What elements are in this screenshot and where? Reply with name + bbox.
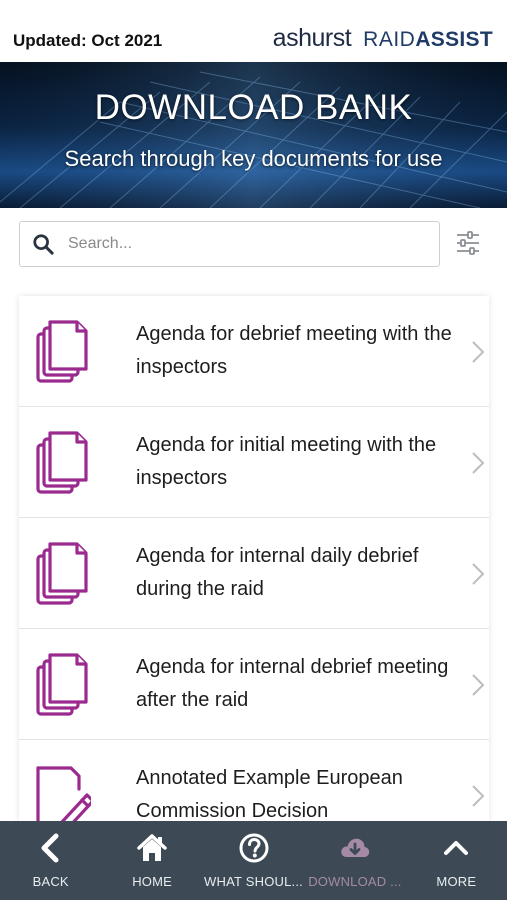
chevron-right-icon	[471, 451, 485, 475]
chevron-up-icon	[440, 832, 472, 864]
nav-what-shoul-button[interactable]: WHAT SHOUL...	[203, 821, 304, 900]
document-title: Agenda for initial meeting with the insp…	[136, 434, 437, 489]
search-row	[0, 208, 507, 288]
top-bar: Updated: Oct 2021 ashurst RAID ASSIST	[0, 0, 507, 62]
chevron-right-icon	[471, 673, 485, 697]
document-list-item[interactable]: Annotated Example European Commission De…	[19, 740, 489, 821]
documents-stack-icon	[35, 320, 91, 384]
document-title: Annotated Example European Commission De…	[136, 767, 403, 821]
chevron-right-icon	[471, 562, 485, 586]
chevron-right-icon	[471, 784, 485, 808]
sliders-icon[interactable]	[455, 230, 481, 256]
chevron-left-icon	[35, 832, 67, 864]
document-edit-icon	[35, 764, 95, 821]
nav-label: MORE	[436, 874, 477, 889]
updated-date: Updated: Oct 2021	[13, 31, 163, 50]
nav-home-button[interactable]: HOME	[101, 821, 202, 900]
bottom-navigation: BACK HOME WHAT SHOUL... DOWNLOAD ... MORE	[0, 821, 507, 900]
raid-logo-text: RAID	[363, 28, 416, 51]
nav-label: DOWNLOAD ...	[308, 874, 402, 889]
hero-banner: DOWNLOAD BANK Search through key documen…	[0, 62, 507, 208]
nav-download-button[interactable]: DOWNLOAD ...	[304, 821, 405, 900]
document-list: Agenda for debrief meeting with the insp…	[19, 296, 489, 821]
search-icon	[33, 234, 54, 255]
question-circle-icon	[238, 832, 270, 864]
document-list-item[interactable]: Agenda for internal daily debrief during…	[19, 518, 489, 629]
home-icon	[136, 832, 168, 864]
document-title: Agenda for internal debrief meeting afte…	[136, 656, 449, 711]
nav-more-button[interactable]: MORE	[406, 821, 507, 900]
document-title: Agenda for internal daily debrief during…	[136, 545, 419, 600]
assist-logo-text: ASSIST	[415, 28, 493, 51]
page-subtitle: Search through key documents for use	[64, 146, 443, 171]
ashurst-logo: ashurst	[272, 24, 352, 52]
documents-stack-icon	[35, 653, 91, 717]
nav-back-button[interactable]: BACK	[0, 821, 101, 900]
nav-label: WHAT SHOUL...	[204, 874, 303, 889]
brand-logo: ashurst RAID ASSIST	[273, 24, 493, 53]
hero-background-pattern	[0, 62, 507, 208]
document-title: Agenda for debrief meeting with the insp…	[136, 323, 452, 378]
document-list-item[interactable]: Agenda for initial meeting with the insp…	[19, 407, 489, 518]
cloud-download-icon	[339, 832, 371, 864]
search-box[interactable]	[19, 221, 440, 267]
documents-stack-icon	[35, 431, 91, 495]
nav-label: BACK	[32, 874, 69, 889]
nav-label: HOME	[132, 874, 173, 889]
chevron-right-icon	[471, 340, 485, 364]
document-list-item[interactable]: Agenda for internal debrief meeting afte…	[19, 629, 489, 740]
document-list-item[interactable]: Agenda for debrief meeting with the insp…	[19, 296, 489, 407]
search-input[interactable]	[68, 235, 418, 253]
documents-stack-icon	[35, 542, 91, 606]
page-title: DOWNLOAD BANK	[94, 88, 413, 127]
